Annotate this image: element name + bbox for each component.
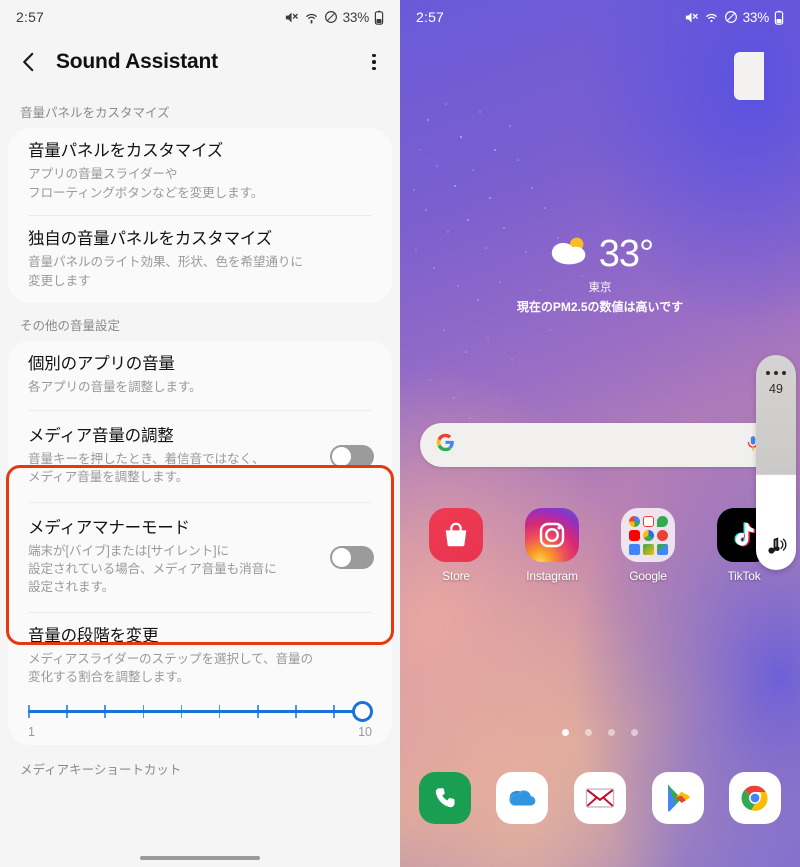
page-dot-2[interactable]: [585, 729, 592, 736]
slider-max-label: 10: [358, 724, 372, 739]
battery-percent: 33%: [342, 9, 370, 25]
slider-thumb[interactable]: [352, 700, 373, 722]
weather-city: 東京: [588, 282, 612, 294]
page-title: Sound Assistant: [56, 50, 218, 73]
list-item-subtitle: メディアスライダーのステップを選択して、音量の 変化する割合を調整します。: [28, 652, 313, 685]
list-item-customize-volume-panel[interactable]: 音量パネルをカスタマイズ アプリの音量スライダーや フローティングボタンなどを変…: [8, 128, 392, 215]
weather-widget[interactable]: 33° 東京 現在のPM2.5の数値は高いです: [400, 234, 800, 315]
folder-mini-icon: [628, 515, 640, 527]
page-indicator[interactable]: [400, 729, 800, 736]
mail-icon[interactable]: [573, 772, 626, 824]
slider-labels: 1 10: [28, 725, 372, 739]
toggle-media-manner-mode[interactable]: [330, 545, 374, 569]
do-not-disturb-icon: [724, 10, 738, 24]
page-dot-4[interactable]: [631, 729, 638, 736]
status-icons: 33%: [684, 10, 784, 25]
list-item-title: メディアマナーモード: [28, 518, 190, 537]
app-header: Sound Assistant: [0, 34, 400, 90]
list-item-title: 個別のアプリの音量: [28, 354, 175, 373]
dock: [406, 772, 794, 824]
list-item-media-manner-mode[interactable]: メディアマナーモード 端末が[バイブ]または[サイレント]に 設定されている場合…: [8, 503, 392, 612]
volume-panel-side-tab: [734, 52, 764, 100]
folder-mini-icon: [642, 529, 654, 541]
instagram-icon: [525, 508, 579, 562]
list-item-title: 音量の段階を変更: [28, 626, 159, 645]
list-item-subtitle: アプリの音量スライダーや フローティングボタンなどを変更します。: [28, 167, 264, 200]
slider-min-label: 1: [28, 724, 35, 739]
app-google-folder[interactable]: Google: [608, 508, 688, 583]
folder-mini-icon: [628, 529, 640, 541]
app-label: Google: [629, 569, 667, 583]
app-instagram[interactable]: Instagram: [512, 508, 592, 583]
toggle-media-volume-adjust[interactable]: [330, 444, 374, 468]
partly-cloudy-icon: [547, 234, 593, 273]
folder-mini-icon: [642, 515, 654, 527]
section-header-media-key-shortcut: メディアキーショートカット: [20, 762, 182, 777]
google-folder-icon: [621, 508, 675, 562]
app-label: Instagram: [526, 569, 578, 583]
back-icon[interactable]: [16, 49, 42, 75]
wifi-icon: [304, 10, 319, 25]
slider-track: [28, 709, 372, 714]
settings-screen: 2:57 33% Sound Assistant 音量パネルをカスタマイズ 音量…: [0, 0, 400, 867]
google-logo-icon: [436, 433, 455, 457]
folder-mini-icon: [642, 543, 654, 555]
google-search-bar[interactable]: [420, 423, 778, 467]
weather-note: 現在のPM2.5の数値は高いです: [516, 300, 684, 314]
do-not-disturb-icon: [324, 10, 338, 24]
floating-volume-panel[interactable]: 49: [756, 355, 796, 570]
mute-icon: [684, 10, 699, 25]
mute-icon: [284, 10, 299, 25]
battery-icon: [774, 10, 784, 25]
list-item-subtitle: 各アプリの音量を調整します。: [28, 380, 202, 395]
folder-mini-icon: [656, 543, 668, 555]
volume-steps-slider-wrap: 1 10: [8, 689, 392, 745]
list-item-custom-volume-panel[interactable]: 独自の音量パネルをカスタマイズ 音量パネルのライト効果、形状、色を希望通りに 変…: [8, 216, 392, 303]
status-bar-left: 2:57 33%: [0, 0, 400, 34]
app-store[interactable]: Store: [416, 508, 496, 583]
battery-icon: [374, 10, 384, 25]
list-item-subtitle: 端末が[バイブ]または[サイレント]に 設定されている場合、メディア音量も消音に…: [28, 543, 277, 595]
section-header-customize-volume-panel: 音量パネルをカスタマイズ: [20, 106, 170, 120]
more-options-icon[interactable]: [766, 371, 786, 375]
list-item-subtitle: 音量パネルのライト効果、形状、色を希望通りに 変更します: [28, 255, 303, 288]
app-label: Store: [442, 569, 470, 583]
status-time: 2:57: [416, 9, 445, 25]
phone-icon[interactable]: [418, 772, 471, 824]
list-item-title: 音量パネルをカスタマイズ: [28, 142, 224, 160]
list-item-change-volume-steps[interactable]: 音量の段階を変更 メディアスライダーのステップを選択して、音量の 変化する割合を…: [8, 613, 392, 689]
page-dot-3[interactable]: [608, 729, 615, 736]
home-screen: 2:57 33% 33° 東京 現在のPM2.5の数値は高いです Store I…: [400, 0, 800, 867]
status-time: 2:57: [16, 9, 45, 25]
list-item-per-app-volume[interactable]: 個別のアプリの音量 各アプリの音量を調整します。: [8, 341, 392, 410]
status-bar-right: 2:57 33%: [400, 0, 800, 34]
volume-value: 49: [769, 382, 783, 396]
more-options-icon[interactable]: [362, 50, 386, 74]
app-label: TikTok: [727, 569, 761, 583]
settings-card-2: 個別のアプリの音量 各アプリの音量を調整します。 メディア音量の調整 音量キーを…: [8, 340, 392, 745]
weather-temperature: 33°: [598, 232, 654, 275]
list-item-title: メディア音量の調整: [28, 426, 174, 445]
dual-screenshot: 2:57 33% Sound Assistant 音量パネルをカスタマイズ 音量…: [0, 0, 800, 867]
list-item-subtitle: 音量キーを押したとき、着信音ではなく、 メディア音量を調整します。: [28, 452, 265, 485]
status-icons: 33%: [284, 10, 384, 25]
list-item-media-volume-adjust[interactable]: メディア音量の調整 音量キーを押したとき、着信音ではなく、 メディア音量を調整し…: [8, 411, 392, 502]
folder-mini-icon: [628, 543, 640, 555]
list-item-title: 独自の音量パネルをカスタマイズ: [28, 229, 273, 248]
battery-percent: 33%: [742, 9, 770, 25]
navigation-home-indicator[interactable]: [140, 856, 260, 860]
onedrive-icon[interactable]: [496, 772, 549, 824]
page-dot-1[interactable]: [562, 729, 569, 736]
app-grid: Store Instagram Google TikTok: [408, 508, 792, 583]
chrome-icon[interactable]: [729, 772, 782, 824]
media-volume-icon[interactable]: [756, 536, 796, 556]
play-store-icon[interactable]: [651, 772, 704, 824]
wifi-icon: [704, 10, 719, 25]
section-header-other-volume-settings: その他の音量設定: [20, 318, 121, 333]
settings-card-1: 音量パネルをカスタマイズ アプリの音量スライダーや フローティングボタンなどを変…: [8, 128, 392, 303]
volume-steps-slider[interactable]: [28, 700, 373, 723]
galaxy-store-icon: [429, 508, 483, 562]
folder-mini-icon: [656, 515, 668, 527]
folder-mini-icon: [656, 529, 668, 541]
